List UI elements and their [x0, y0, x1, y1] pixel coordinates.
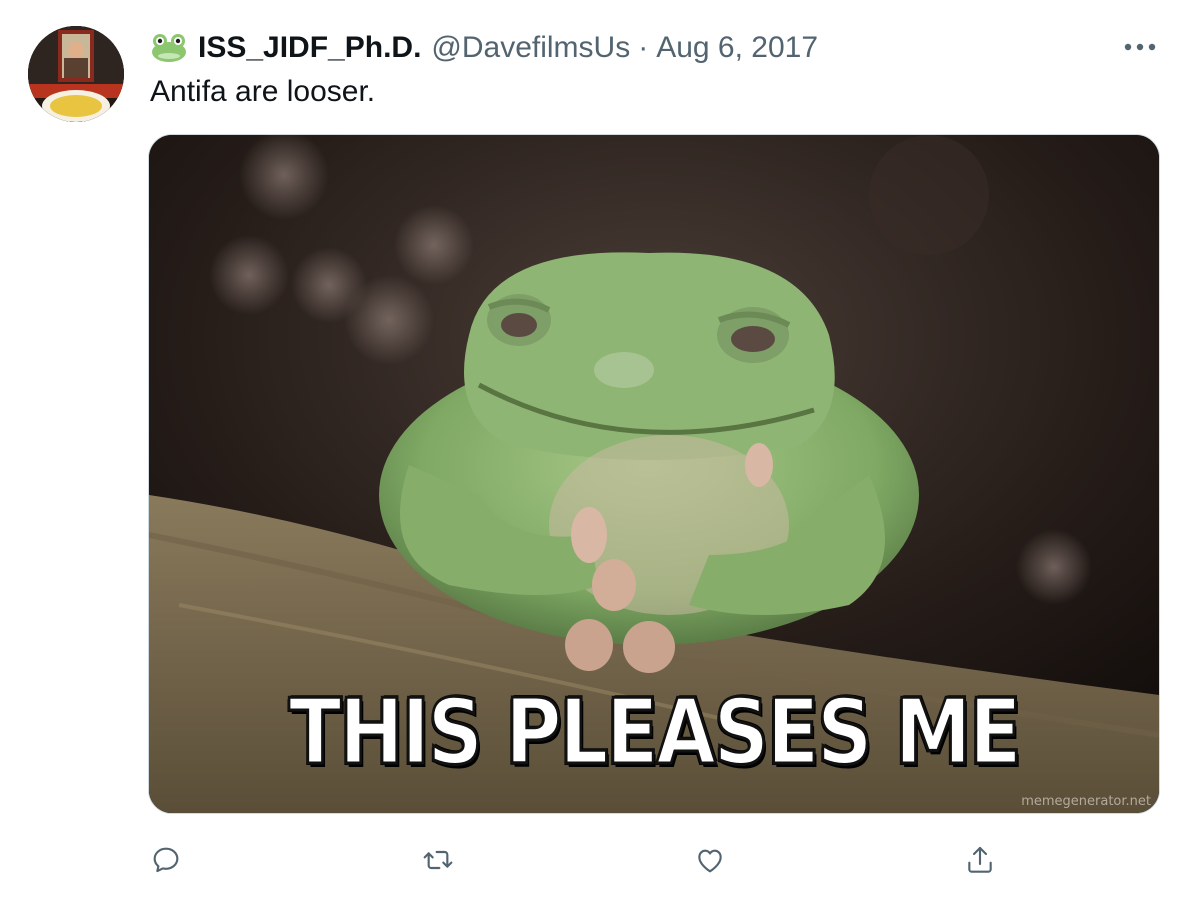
heart-icon: [698, 849, 722, 873]
avatar-image: [28, 26, 124, 122]
share-button[interactable]: [958, 838, 1002, 882]
reply-button[interactable]: [144, 838, 188, 882]
frog-face-icon: [150, 32, 188, 64]
retweet-button[interactable]: [416, 838, 460, 882]
more-icon: [1124, 43, 1156, 51]
more-options-button[interactable]: [1120, 30, 1160, 64]
retweet-icon: [423, 850, 453, 870]
avatar[interactable]: [28, 26, 124, 122]
tweet-date[interactable]: Aug 6, 2017: [656, 28, 818, 68]
display-name[interactable]: ISS_JIDF_Ph.D.: [198, 28, 421, 68]
tweet-text: Antifa are looser.: [150, 75, 376, 108]
user-handle[interactable]: @DavefilmsUs: [431, 28, 630, 68]
tweet-actions: [0, 834, 1190, 884]
separator-dot: ·: [638, 31, 649, 64]
meme-caption: THIS PLEASES ME: [288, 680, 1024, 785]
share-icon: [968, 846, 992, 873]
tweet-header: ISS_JIDF_Ph.D. @DavefilmsUs · Aug 6, 201…: [150, 28, 818, 68]
reply-icon: [153, 847, 179, 873]
watermark: memegenerator.net: [1021, 794, 1151, 809]
tweet-media[interactable]: THIS PLEASES ME memegenerator.net: [148, 134, 1160, 814]
tweet[interactable]: ISS_JIDF_Ph.D. @DavefilmsUs · Aug 6, 201…: [0, 0, 1190, 908]
like-button[interactable]: [688, 838, 732, 882]
